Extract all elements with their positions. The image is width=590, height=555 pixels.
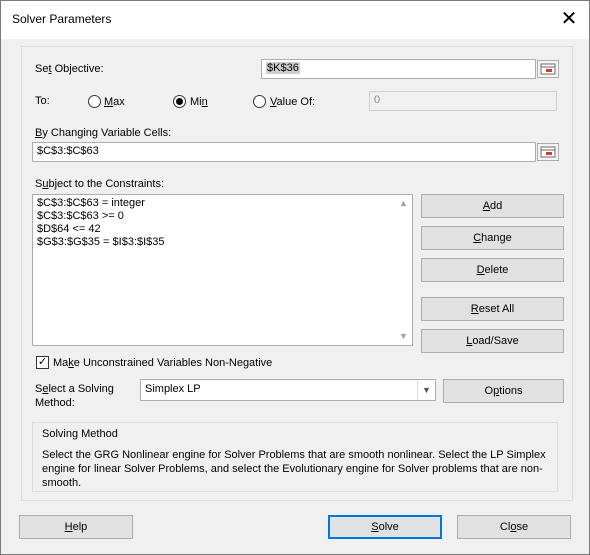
- constraint-item[interactable]: $C$3:$C$63 = integer: [37, 197, 145, 209]
- help-button[interactable]: Help: [19, 515, 133, 539]
- changing-cells-range-selector-button[interactable]: [537, 143, 559, 161]
- title-bar: Solver Parameters ✕: [1, 1, 589, 39]
- scroll-down-icon[interactable]: ▼: [399, 331, 408, 341]
- solving-method-description: Select the GRG Nonlinear engine for Solv…: [42, 449, 546, 489]
- chevron-down-icon[interactable]: ▼: [417, 380, 435, 400]
- max-radio[interactable]: [88, 95, 101, 108]
- objective-cell-input[interactable]: $K$36: [261, 59, 536, 79]
- add-button[interactable]: Add: [421, 194, 564, 218]
- solving-method-group-title: Solving Method: [42, 428, 118, 440]
- change-button[interactable]: Change: [421, 226, 564, 250]
- reset-all-button[interactable]: Reset All: [421, 297, 564, 321]
- changing-cells-label: By Changing Variable Cells:: [35, 127, 172, 139]
- delete-button[interactable]: Delete: [421, 258, 564, 282]
- collapse-dialog-icon: [540, 146, 556, 158]
- min-radio[interactable]: [173, 95, 186, 108]
- non-negative-label: Make Unconstrained Variables Non-Negativ…: [53, 357, 273, 369]
- solve-button[interactable]: Solve: [328, 515, 442, 539]
- value-of-input[interactable]: 0: [369, 91, 557, 111]
- min-label: Min: [190, 96, 208, 108]
- constraints-list[interactable]: $C$3:$C$63 = integer $C$3:$C$63 >= 0 $D$…: [32, 194, 413, 346]
- constraint-item[interactable]: $D$64 <= 42: [37, 223, 101, 235]
- solver-parameters-dialog: Solver Parameters ✕ Set Objective: $K$36…: [0, 0, 590, 555]
- set-objective-label: Set Objective:: [35, 63, 104, 75]
- constraint-item[interactable]: $G$3:$G$35 = $I$3:$I$35: [37, 236, 165, 248]
- constraints-label: Subject to the Constraints:: [35, 178, 165, 190]
- close-button[interactable]: Close: [457, 515, 571, 539]
- to-label: To:: [35, 95, 50, 107]
- load-save-button[interactable]: Load/Save: [421, 329, 564, 353]
- changing-cells-input[interactable]: $C$3:$C$63: [32, 142, 536, 162]
- solving-method-select[interactable]: Simplex LP ▼: [140, 379, 436, 401]
- constraint-item[interactable]: $C$3:$C$63 >= 0: [37, 210, 124, 222]
- solving-method-label: Select a Solving: [35, 383, 114, 395]
- constraints-scrollbar[interactable]: ▲ ▼: [395, 195, 412, 345]
- close-icon[interactable]: ✕: [557, 7, 581, 31]
- solving-method-value: Simplex LP: [145, 383, 201, 395]
- objective-range-selector-button[interactable]: [537, 60, 559, 78]
- max-label: Max: [104, 96, 125, 108]
- scroll-up-icon[interactable]: ▲: [399, 198, 408, 208]
- value-of-label: Value Of:: [270, 96, 316, 108]
- collapse-dialog-icon: [540, 63, 556, 75]
- dialog-title: Solver Parameters: [12, 12, 112, 26]
- non-negative-checkbox[interactable]: ✓: [36, 356, 49, 369]
- value-of-radio[interactable]: [253, 95, 266, 108]
- solving-method-label-line2: Method:: [35, 397, 75, 409]
- options-button[interactable]: Options: [443, 379, 564, 403]
